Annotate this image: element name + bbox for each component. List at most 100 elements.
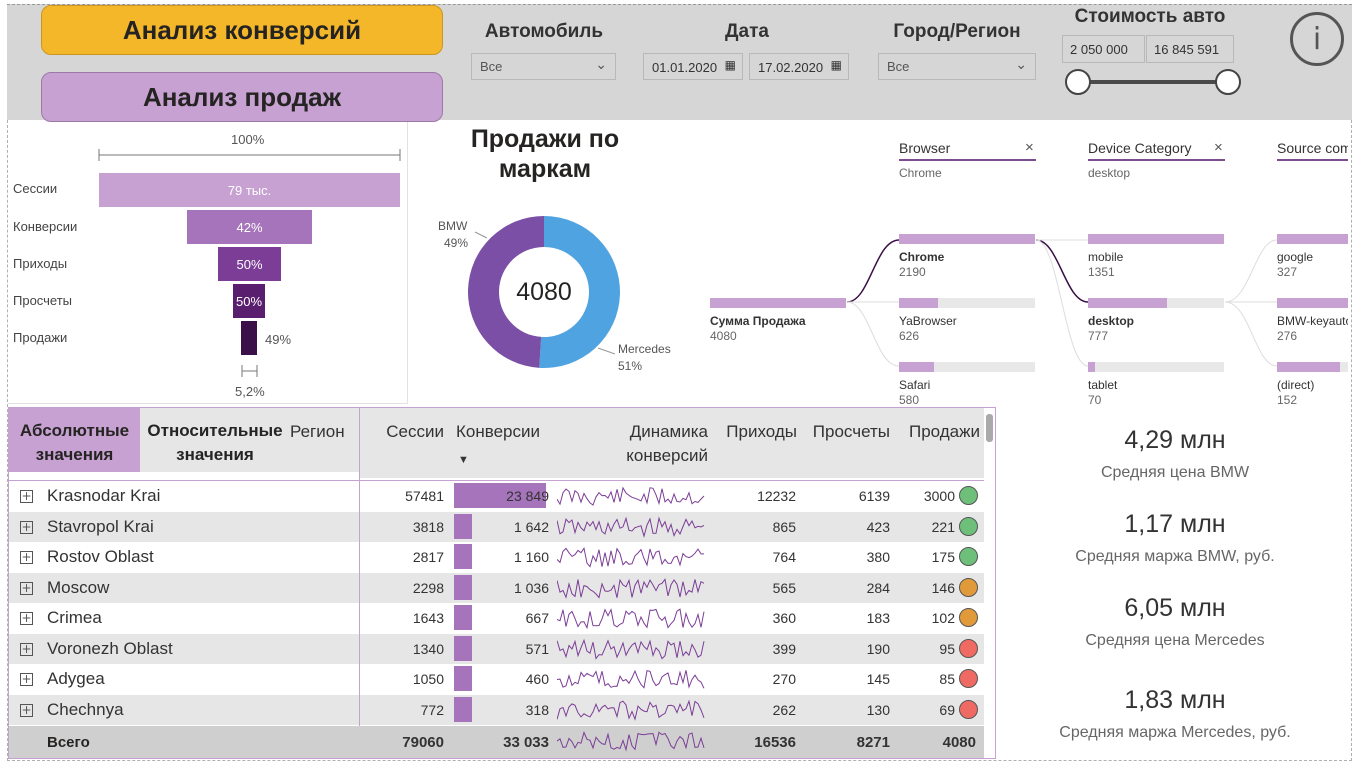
tree-node[interactable]: BMW-keyauto 276: [1277, 298, 1348, 343]
tree-node[interactable]: Safari 580: [899, 362, 1035, 404]
arrivals-cell: 764: [772, 549, 796, 565]
sales-cell: 95: [939, 640, 955, 657]
price-max-input[interactable]: 16 845 591: [1146, 35, 1234, 63]
kpi-value-bmw-price: 4,29 млн: [1124, 426, 1226, 454]
total-arrivals: 16536: [754, 734, 796, 751]
conversion-funnel: 100% Сессии 79 тыс. Конверсии 42% Приход…: [8, 122, 408, 404]
funnel-bar-calcs[interactable]: 50%: [233, 284, 265, 318]
sort-desc-icon[interactable]: ▼: [458, 448, 552, 472]
arrivals-cell: 262: [772, 701, 796, 718]
table-row[interactable]: + Crimea 1643 667 360 183 102: [9, 603, 984, 634]
date-from-input[interactable]: 01.01.2020 ▦: [643, 53, 743, 80]
status-indicator: [959, 516, 978, 536]
arrivals-cell: 399: [772, 640, 796, 657]
funnel-bar-sessions[interactable]: 79 тыс.: [99, 173, 400, 207]
close-icon[interactable]: ×: [1025, 139, 1034, 156]
status-indicator: [959, 669, 978, 688]
price-slider-max-handle[interactable]: [1215, 69, 1241, 95]
date-filter-label: Дата: [725, 21, 769, 42]
table-row[interactable]: + Krasnodar Krai 57481 23 849 12232 6139 3000: [9, 481, 984, 512]
tree-node[interactable]: google 327: [1277, 234, 1348, 279]
funnel-stage-label: Просчеты: [13, 293, 73, 308]
expand-icon[interactable]: +: [20, 612, 33, 625]
donut-pct-mercedes: 51%: [618, 359, 642, 373]
column-header-arrivals[interactable]: Приходы: [712, 408, 801, 478]
column-header-sales[interactable]: Продажи: [894, 408, 984, 478]
tree-node[interactable]: Chrome 2190: [899, 234, 1035, 279]
column-header-calcs[interactable]: Просчеты: [801, 408, 894, 478]
tree-node-name: (direct): [1277, 378, 1315, 392]
expand-icon[interactable]: +: [20, 581, 33, 595]
sales-cell: 85: [939, 671, 955, 687]
table-row[interactable]: + Rostov Oblast 2817 1 160 764 380 175: [9, 542, 984, 573]
sales-analysis-button[interactable]: Анализ продаж: [41, 72, 443, 122]
calcs-cell: 130: [866, 701, 890, 718]
conversion-sparkline: [557, 577, 705, 599]
conversions-cell: 571: [525, 640, 549, 657]
table-row[interactable]: + Voronezh Oblast 1340 571 399 190 95: [9, 633, 984, 664]
price-min-input[interactable]: 2 050 000: [1062, 35, 1145, 63]
expand-icon[interactable]: +: [20, 490, 33, 503]
expand-icon[interactable]: +: [20, 551, 33, 564]
close-icon[interactable]: ×: [1214, 139, 1223, 156]
date-to-input[interactable]: 17.02.2020 ▦: [749, 53, 849, 80]
tree-node[interactable]: tablet 70: [1088, 362, 1224, 404]
sessions-cell: 1050: [412, 671, 444, 687]
chevron-down-icon: ⌄: [1015, 56, 1027, 72]
donut-chart[interactable]: 4080 BMW 49% Mercedes 51%: [410, 122, 700, 404]
tree-node[interactable]: (direct) 152: [1277, 362, 1348, 404]
expand-icon[interactable]: +: [20, 703, 33, 717]
tree-node-value: 2190: [899, 265, 926, 279]
calendar-icon[interactable]: ▦: [831, 58, 842, 72]
column-header-region[interactable]: Регион: [290, 408, 360, 472]
table-row[interactable]: + Moscow 2298 1 036 565 284 146: [9, 572, 984, 603]
column-header-dynamics[interactable]: Динамика конверсий: [552, 408, 712, 478]
dashboard: Анализ конверсий Анализ продаж Автомобил…: [0, 0, 1360, 769]
tree-root-node[interactable]: Сумма Продажа 4080: [710, 298, 846, 343]
calcs-cell: 284: [866, 579, 890, 596]
funnel-bar-conversions[interactable]: 42%: [187, 210, 312, 244]
conversions-cell: 1 160: [513, 549, 549, 565]
tree-node[interactable]: desktop 777: [1088, 298, 1224, 343]
conversions-cell: 23 849: [506, 488, 549, 504]
expand-icon[interactable]: +: [20, 642, 33, 656]
funnel-bar-sales[interactable]: [241, 321, 257, 355]
tree-header-browser: Browser: [899, 140, 1036, 161]
funnel-sales-pct: 49%: [265, 332, 292, 347]
tree-node[interactable]: YaBrowser 626: [899, 298, 1035, 343]
donut-label-mercedes: Mercedes: [618, 342, 671, 356]
status-indicator: [959, 638, 978, 658]
calcs-cell: 6139: [858, 488, 890, 504]
sessions-cell: 2817: [412, 549, 444, 565]
info-icon[interactable]: i: [1290, 12, 1344, 66]
conversion-sparkline: [557, 698, 705, 721]
table-row[interactable]: + Adygea 1050 460 270 145 85: [9, 664, 984, 695]
sessions-cell: 57481: [405, 488, 444, 504]
kpi-value-bmw-margin: 1,17 млн: [1124, 510, 1226, 538]
car-filter-label: Автомобиль: [484, 21, 604, 42]
status-indicator: [959, 486, 978, 505]
table-row[interactable]: + Chechnya 772 318 262 130 69: [9, 694, 984, 725]
conversions-analysis-button[interactable]: Анализ конверсий: [41, 5, 443, 55]
column-header-conversions[interactable]: Конверсии ▼: [454, 408, 552, 478]
tree-node-value: 626: [899, 329, 920, 343]
expand-icon[interactable]: +: [20, 520, 33, 534]
price-slider-track[interactable]: [1078, 80, 1229, 84]
tab-absolute-values[interactable]: Абсолютные значения: [9, 408, 140, 472]
funnel-stage-label: Сессии: [13, 181, 58, 196]
tree-node[interactable]: mobile 1351: [1088, 234, 1224, 279]
funnel-bottom-label: 5,2%: [235, 384, 265, 399]
calendar-icon[interactable]: ▦: [725, 58, 736, 72]
calcs-cell: 145: [866, 671, 890, 687]
car-filter-select[interactable]: Все ⌄: [471, 53, 616, 80]
expand-icon[interactable]: +: [20, 673, 33, 686]
table-scrollbar[interactable]: [986, 414, 993, 442]
column-header-conversions-label: Конверсии: [456, 422, 540, 441]
price-slider-min-handle[interactable]: [1065, 69, 1091, 95]
table-row[interactable]: + Stavropol Krai 3818 1 642 865 423 221: [9, 511, 984, 542]
city-filter-select[interactable]: Все ⌄: [878, 53, 1036, 80]
column-header-sessions[interactable]: Сессии: [360, 408, 454, 478]
tab-relative-values[interactable]: Относительные значения: [140, 408, 290, 472]
total-conversions: 33 033: [503, 734, 549, 751]
funnel-bar-arrivals[interactable]: 50%: [218, 247, 281, 281]
